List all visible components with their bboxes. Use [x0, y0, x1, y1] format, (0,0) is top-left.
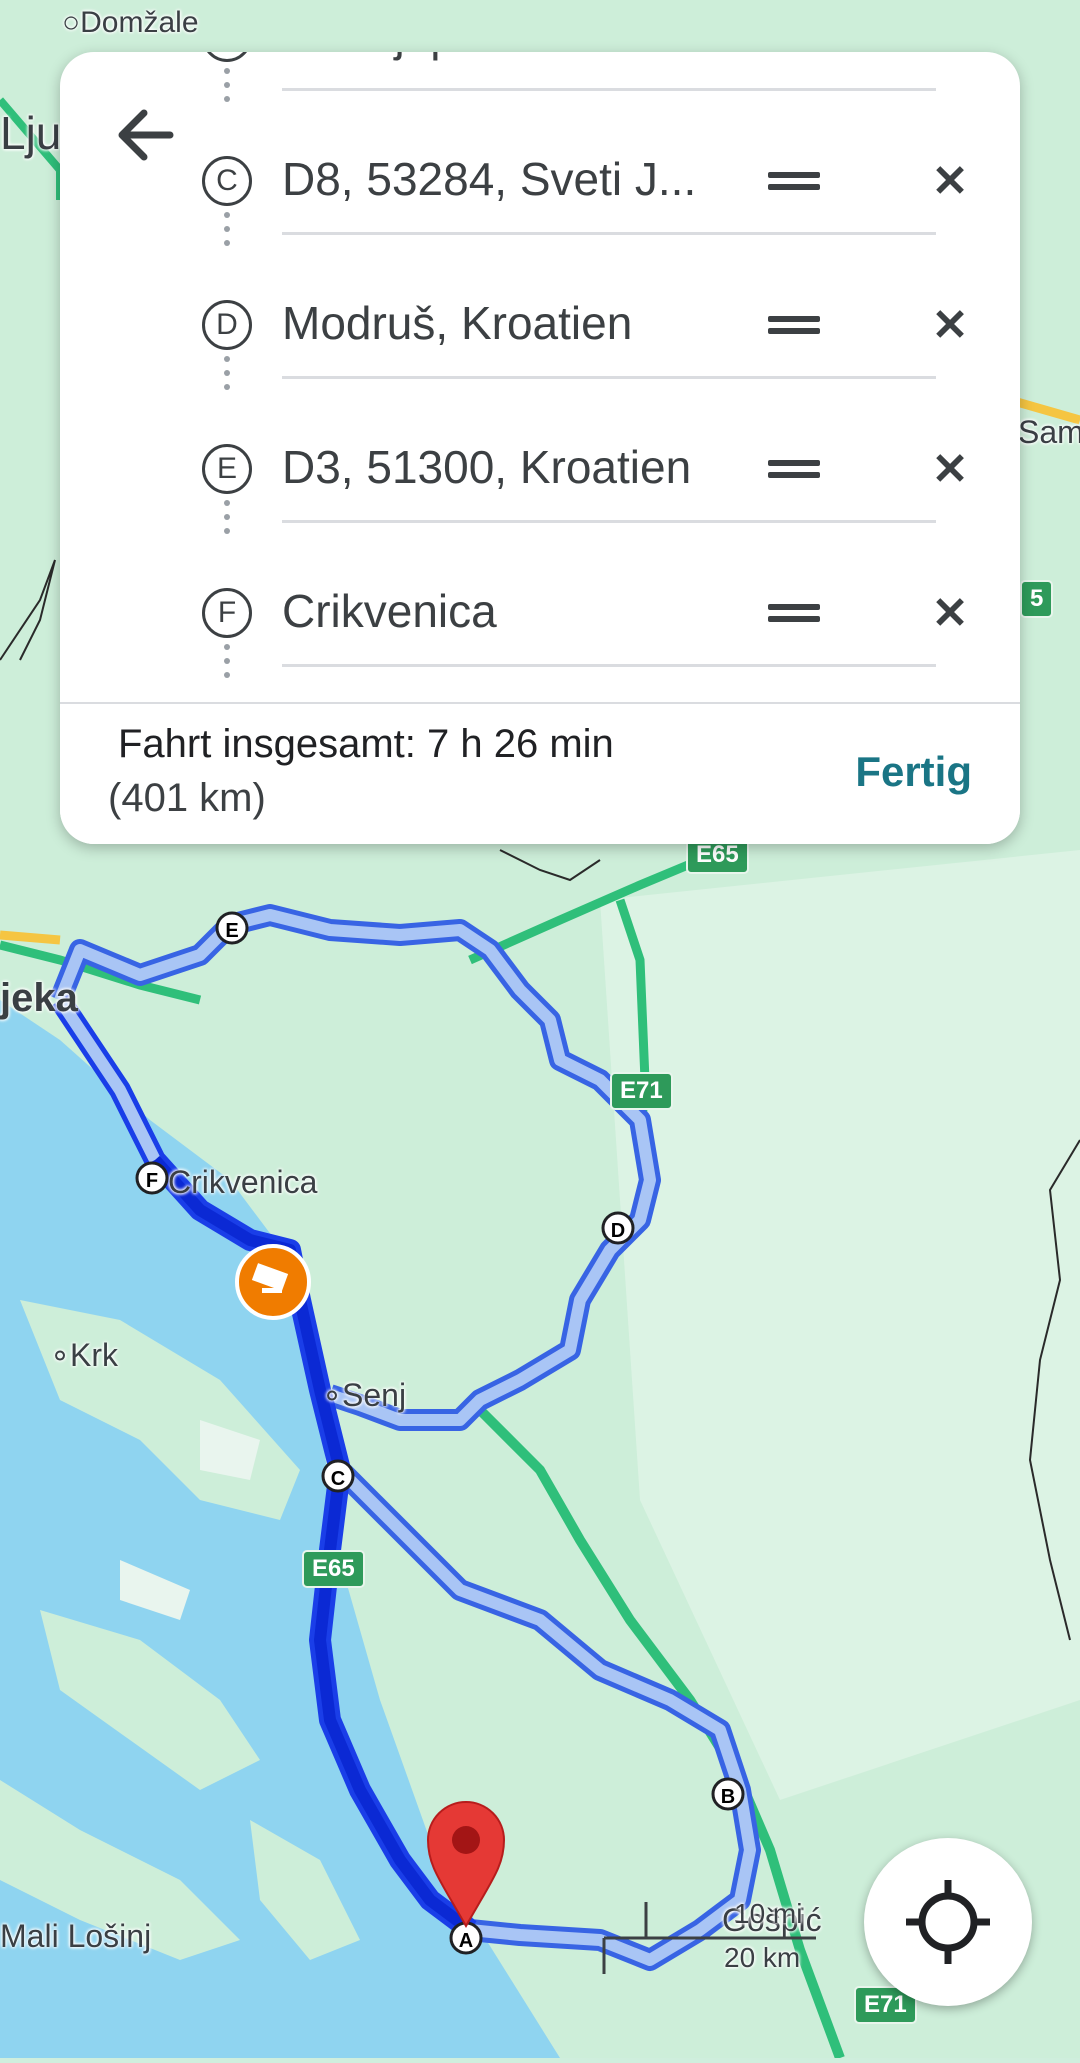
map-label-senj: ∘Senj: [322, 1377, 407, 1413]
divider: [282, 376, 936, 379]
remove-waypoint-button[interactable]: ✕: [928, 448, 972, 492]
route-connector-dots: [224, 500, 230, 542]
drag-handle-icon[interactable]: [768, 454, 820, 484]
map-label-krk-text: Krk: [70, 1337, 119, 1373]
divider: [282, 664, 936, 667]
divider: [282, 88, 936, 91]
scale-imperial: 10 mi: [734, 1898, 803, 1929]
divider: [282, 520, 936, 523]
route-connector-dots: [224, 356, 230, 398]
highway-shield-e71: E71: [610, 1072, 673, 1110]
my-location-button[interactable]: [864, 1838, 1032, 2006]
map-label-rijeka: jeka: [0, 976, 78, 1020]
done-button[interactable]: Fertig: [855, 748, 972, 796]
waypoint-letter-d: D: [202, 300, 252, 350]
route-summary-footer: Fahrt insgesamt: 7 h 26 min (401 km) Ferti…: [60, 702, 1020, 844]
map-label-domzale: ○Domžale: [62, 6, 199, 39]
waypoint-row-f[interactable]: F Crikvenica ✕: [60, 540, 1020, 684]
map-label-mali-losinj: Mali Lošinj: [0, 1918, 152, 1954]
waypoint-letter-b: B: [202, 52, 252, 62]
route-connector-dots: [224, 212, 230, 254]
waypoint-row-d[interactable]: D Modruš, Kroatien ✕: [60, 252, 1020, 396]
waypoint-text[interactable]: Crikvenica: [282, 584, 497, 638]
map-label-senj-text: Senj: [342, 1377, 407, 1413]
highway-shield-e65: E65: [302, 1550, 365, 1588]
remove-waypoint-button[interactable]: ✕: [928, 52, 972, 60]
map-label-ljubljana: Lju: [0, 107, 62, 159]
waypoint-text[interactable]: Ul. Stjepana Radić...: [282, 52, 701, 62]
waypoint-row-c[interactable]: C D8, 53284, Sveti J... ✕: [60, 108, 1020, 252]
total-distance: (401 km): [108, 776, 266, 820]
map-scale-bar: 10 mi 20 km: [600, 1898, 820, 1974]
drag-handle-icon[interactable]: [768, 166, 820, 196]
map-label-krk: ∘Krk: [50, 1337, 119, 1373]
waypoint-letter-f: F: [202, 588, 252, 638]
waypoints-panel: B Ul. Stjepana Radić... ✕ C D8, 53284, Sveti…: [60, 52, 1020, 844]
map-label-crikvenica: Crikvenica: [168, 1164, 318, 1200]
drag-handle-icon[interactable]: [768, 598, 820, 628]
waypoint-row-b[interactable]: B Ul. Stjepana Radić... ✕: [60, 52, 1020, 108]
drag-handle-icon[interactable]: [768, 310, 820, 340]
crosshair-icon: [906, 1880, 990, 1964]
total-duration: Fahrt insgesamt: 7 h 26 min: [118, 722, 614, 766]
route-connector-dots: [224, 68, 230, 110]
route-connector-dots: [224, 644, 230, 686]
waypoint-text[interactable]: D3, 51300, Kroatien: [282, 440, 691, 494]
highway-shield-5: 5: [1020, 580, 1054, 618]
waypoint-text[interactable]: D8, 53284, Sveti J...: [282, 152, 696, 206]
waypoint-text[interactable]: Modruš, Kroatien: [282, 296, 632, 350]
remove-waypoint-button[interactable]: ✕: [928, 592, 972, 636]
remove-waypoint-button[interactable]: ✕: [928, 160, 972, 204]
waypoint-letter-e: E: [202, 444, 252, 494]
divider: [282, 232, 936, 235]
waypoint-letter-c: C: [202, 156, 252, 206]
map-label-sam: Sam: [1018, 414, 1080, 450]
map-label-domzale-text: Domžale: [80, 6, 199, 39]
waypoint-row-e[interactable]: E D3, 51300, Kroatien ✕: [60, 396, 1020, 540]
scale-metric: 20 km: [724, 1942, 801, 1973]
remove-waypoint-button[interactable]: ✕: [928, 304, 972, 348]
